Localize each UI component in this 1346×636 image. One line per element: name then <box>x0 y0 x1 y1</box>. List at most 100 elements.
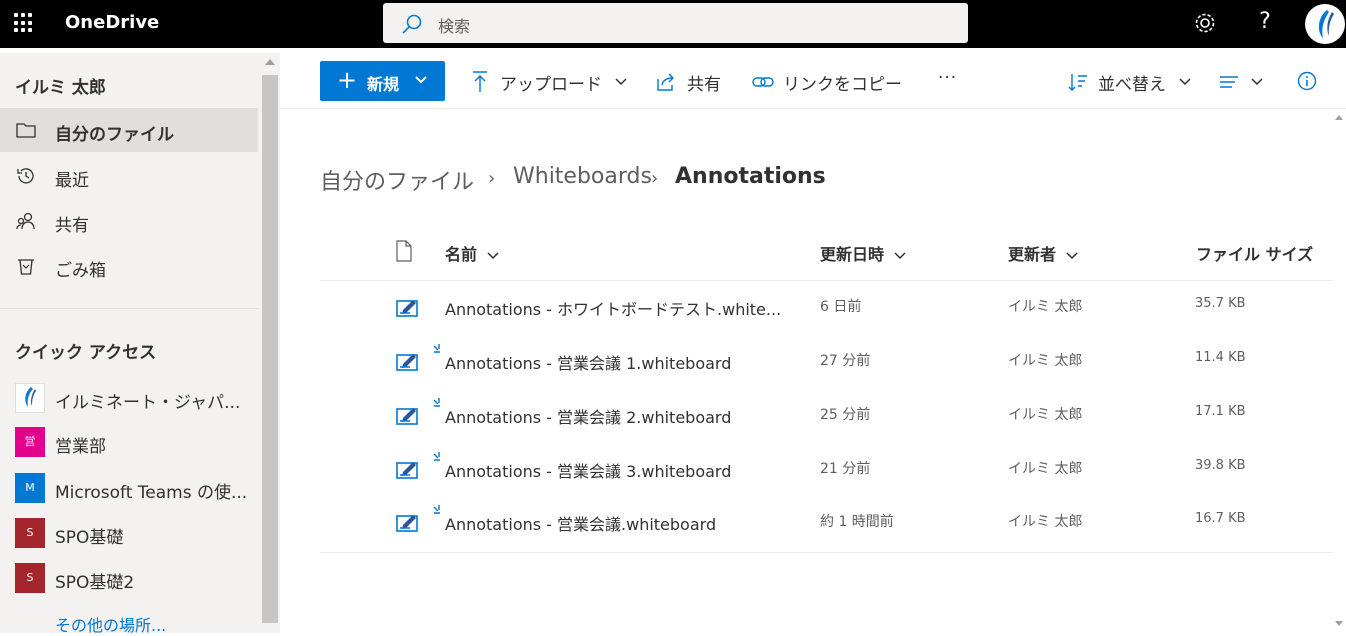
upload-label: アップロード <box>500 75 602 95</box>
scroll-up-arrow-icon[interactable] <box>1335 115 1343 120</box>
file-name-link[interactable]: Annotations - 営業会議.whiteboard <box>445 511 716 535</box>
file-name-link[interactable]: Annotations - 営業会議 1.whiteboard <box>445 350 731 374</box>
upload-icon <box>473 71 487 92</box>
file-modified-by: イルミ 太郎 <box>1008 353 1083 369</box>
column-name-label: 名前 <box>445 245 478 264</box>
quick-access-item[interactable]: イルミネート・ジャパ... <box>0 380 258 420</box>
file-modified: 21 分前 <box>820 461 871 477</box>
new-button[interactable]: + 新規 <box>320 61 445 101</box>
sidebar-item-recent[interactable]: 最近 <box>0 154 258 198</box>
file-modified: 25 分前 <box>820 407 871 423</box>
whiteboard-file-icon <box>396 515 418 532</box>
new-item-icon <box>433 344 440 353</box>
chevron-down-icon <box>1179 78 1191 86</box>
site-badge: 営 <box>15 427 45 457</box>
breadcrumb-whiteboards[interactable]: Whiteboards <box>513 164 652 189</box>
file-modified-by: イルミ 太郎 <box>1008 461 1083 477</box>
whiteboard-file-icon <box>396 408 418 425</box>
history-icon <box>17 168 34 184</box>
quick-access-label: SPO基礎 <box>55 528 124 548</box>
quick-access-label: SPO基礎2 <box>55 573 135 593</box>
chevron-down-icon <box>1251 78 1263 86</box>
sort-label: 並べ替え <box>1098 75 1166 95</box>
sidebar-item-recycle-bin[interactable]: ごみ箱 <box>0 244 258 288</box>
whiteboard-file-icon <box>396 354 418 371</box>
file-type-header-icon[interactable] <box>395 240 413 266</box>
copy-link-label: リンクをコピー <box>783 75 902 95</box>
chevron-down-icon <box>487 251 499 259</box>
scrollbar-thumb[interactable] <box>262 75 278 623</box>
file-size: 35.7 KB <box>1195 296 1246 311</box>
site-badge: S <box>15 518 45 548</box>
chevron-down-icon <box>415 76 427 84</box>
file-size: 11.4 KB <box>1195 350 1246 365</box>
new-item-icon <box>433 452 440 461</box>
file-size: 16.7 KB <box>1195 511 1246 526</box>
settings-gear-icon[interactable] <box>1191 10 1219 38</box>
file-name-link[interactable]: Annotations - ホワイトボードテスト.white... <box>445 296 781 320</box>
sidebar-item-shared[interactable]: 共有 <box>0 199 258 243</box>
plus-icon: + <box>337 66 358 94</box>
chevron-right-icon: › <box>651 168 659 189</box>
site-badge: S <box>15 563 45 593</box>
more-places-link[interactable]: その他の場所... <box>55 612 166 636</box>
file-size: 39.8 KB <box>1195 458 1246 473</box>
column-header-name[interactable]: 名前 <box>445 241 499 265</box>
file-modified-by: イルミ 太郎 <box>1008 514 1083 530</box>
site-logo-icon <box>15 383 45 413</box>
sidebar-item-label: 共有 <box>55 216 89 236</box>
quick-access-label: 営業部 <box>55 437 106 457</box>
quick-access-label: イルミネート・ジャパ... <box>55 393 241 413</box>
chevron-right-icon: › <box>488 168 496 189</box>
file-name-link[interactable]: Annotations - 営業会議 2.whiteboard <box>445 404 731 428</box>
table-row[interactable]: Annotations - 営業会議 3.whiteboard 21 分前 イル… <box>320 443 1333 497</box>
file-modified: 6 日前 <box>820 299 862 315</box>
share-label: 共有 <box>687 75 721 95</box>
more-icon: ··· <box>938 68 958 88</box>
recycle-bin-icon <box>18 259 34 275</box>
app-title[interactable]: OneDrive <box>65 12 159 33</box>
breadcrumb-my-files[interactable]: 自分のファイル <box>320 164 474 196</box>
link-icon <box>752 77 774 87</box>
folder-icon <box>16 123 36 138</box>
table-row[interactable]: Annotations - ホワイトボードテスト.white... 6 日前 イ… <box>320 281 1333 335</box>
file-modified: 約 1 時間前 <box>820 514 894 530</box>
column-modified-by-label: 更新者 <box>1008 245 1057 264</box>
file-name-link[interactable]: Annotations - 営業会議 3.whiteboard <box>445 458 731 482</box>
sidebar-scrollbar[interactable] <box>260 53 280 633</box>
column-header-modified[interactable]: 更新日時 <box>820 241 906 265</box>
column-size-label: ファイル サイズ <box>1196 245 1314 264</box>
file-modified-by: イルミ 太郎 <box>1008 407 1083 423</box>
column-header-modified-by[interactable]: 更新者 <box>1008 241 1078 265</box>
user-name: イルミ 太郎 <box>15 78 106 98</box>
new-item-icon <box>433 398 440 407</box>
scroll-up-arrow-icon[interactable] <box>265 59 275 65</box>
quick-access-item[interactable]: 営 営業部 <box>0 424 258 464</box>
sidebar-item-label: ごみ箱 <box>55 261 106 281</box>
quick-access-item[interactable]: S SPO基礎2 <box>0 560 258 600</box>
quick-access-item[interactable]: S SPO基礎 <box>0 515 258 555</box>
info-icon <box>1297 71 1317 91</box>
search-input[interactable]: 検索 <box>438 13 470 37</box>
table-row[interactable]: Annotations - 営業会議.whiteboard 約 1 時間前 イル… <box>320 496 1333 550</box>
new-item-icon <box>433 505 440 514</box>
people-icon <box>16 212 35 230</box>
sidebar-item-label: 最近 <box>55 171 89 191</box>
column-header-size[interactable]: ファイル サイズ <box>1196 241 1333 265</box>
table-row[interactable]: Annotations - 営業会議 2.whiteboard 25 分前 イル… <box>320 389 1333 443</box>
whiteboard-file-icon <box>396 462 418 479</box>
quick-access-item[interactable]: M Microsoft Teams の使... <box>0 470 258 510</box>
search-box[interactable]: 検索 <box>383 3 968 43</box>
main-scrollbar[interactable] <box>1333 109 1346 633</box>
scroll-down-arrow-icon[interactable] <box>1335 621 1343 626</box>
file-size: 17.1 KB <box>1195 404 1246 419</box>
divider <box>0 308 258 309</box>
app-launcher-icon[interactable] <box>14 13 34 33</box>
quick-access-heading: クイック アクセス <box>15 343 157 363</box>
avatar[interactable] <box>1305 4 1345 44</box>
table-row[interactable]: Annotations - 営業会議 1.whiteboard 27 分前 イル… <box>320 335 1333 389</box>
search-icon <box>402 14 422 34</box>
help-icon[interactable]: ? <box>1251 9 1279 37</box>
share-icon <box>657 73 674 91</box>
sidebar-item-my-files[interactable]: 自分のファイル <box>0 108 258 152</box>
